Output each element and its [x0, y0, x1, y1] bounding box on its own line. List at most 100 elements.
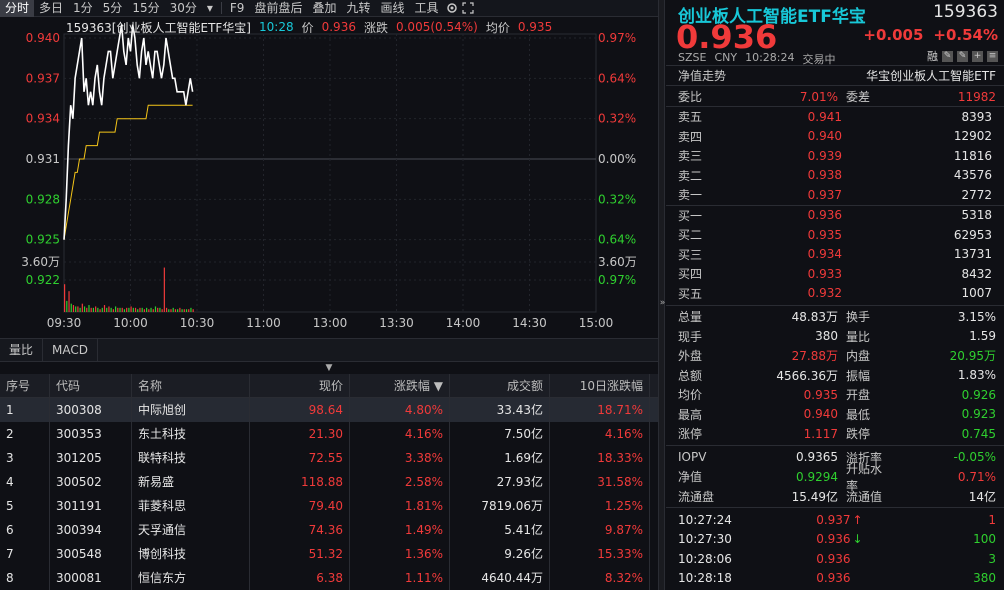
- bids-level-row[interactable]: 买五 0.932 1007: [666, 284, 1004, 304]
- stat-row: 最高 0.940 最低 0.923: [666, 405, 1004, 425]
- volume-bar: [132, 307, 134, 312]
- add-icon[interactable]: +: [972, 50, 983, 62]
- volume-bar: [88, 305, 90, 312]
- tab-5min[interactable]: 5分: [98, 0, 128, 17]
- tab-macd[interactable]: MACD: [43, 339, 98, 361]
- financing-icon[interactable]: 融: [927, 48, 938, 64]
- table-row[interactable]: 4 300502 新易盛 118.88 2.58% 27.93亿 31.58%: [0, 470, 658, 494]
- tab-fund-name[interactable]: 华宝创业板人工智能ETF: [866, 67, 996, 85]
- nine-turn-button[interactable]: 九转: [341, 0, 375, 17]
- table-row[interactable]: 6 300394 天孚通信 74.36 1.49% 5.41亿 9.87%: [0, 518, 658, 542]
- expand-icon[interactable]: [460, 0, 476, 17]
- cell-change-pct: 1.81%: [350, 494, 450, 518]
- table-row[interactable]: 1 300308 中际旭创 98.64 4.80% 33.43亿 18.71%: [0, 398, 658, 422]
- volume-bar: [172, 307, 174, 312]
- asks-level-row[interactable]: 卖三 0.939 11816: [666, 146, 1004, 166]
- asks-level-row[interactable]: 卖一 0.937 2772: [666, 185, 1004, 205]
- tab-volume-ratio[interactable]: 量比: [0, 339, 44, 361]
- period-dropdown-button[interactable]: ▾: [202, 0, 218, 17]
- pre-post-market-button[interactable]: 盘前盘后: [249, 0, 307, 17]
- cell-turnover: 4640.44万: [450, 566, 550, 590]
- cell-10d-change: 8.32%: [550, 566, 650, 590]
- expand-arrow-icon[interactable]: »: [659, 298, 666, 308]
- col-header-code[interactable]: 代码: [50, 374, 132, 397]
- intraday-chart[interactable]: 0.940 0.97% 0.937 0.64% 0.934 0.32% 0.931 0.00%…: [0, 18, 658, 338]
- asks-level-row[interactable]: 卖四 0.940 12902: [666, 127, 1004, 147]
- volume-bar: [159, 307, 161, 312]
- cell-code: 301191: [50, 494, 132, 518]
- table-row[interactable]: 2 300353 东土科技 21.30 4.16% 7.50亿 4.16%: [0, 422, 658, 446]
- price-line: [63, 24, 194, 240]
- table-row[interactable]: 5 301191 菲菱科思 79.40 1.81% 7819.06万 1.25%: [0, 494, 658, 518]
- asks-level-row[interactable]: 卖五 0.941 8393: [666, 107, 1004, 127]
- avg-price-line: [63, 104, 193, 240]
- y-pct-tick-label: 0.64%: [598, 71, 636, 85]
- cell-price: 51.32: [250, 542, 350, 566]
- bids-level-row[interactable]: 买一 0.936 5318: [666, 206, 1004, 226]
- tab-intraday[interactable]: 分时: [0, 0, 35, 17]
- stat-label: 换手: [846, 310, 871, 325]
- quote-header: 创业板人工智能ETF华宝 159363 0.936 +0.005 +0.54% …: [666, 0, 1004, 66]
- order-ratio-row: 委比 7.01% 委差 11982: [666, 87, 1004, 107]
- volume-bar: [83, 306, 86, 312]
- menu-icon[interactable]: ≡: [987, 50, 998, 62]
- bids-level-volume: 8432: [961, 266, 992, 281]
- x-tick-label: 14:30: [512, 316, 547, 330]
- tick-price: 0.936: [816, 532, 851, 547]
- panel-splitter[interactable]: »: [658, 0, 665, 590]
- edit-icon[interactable]: ✎: [942, 50, 953, 62]
- volume-bar: [106, 307, 108, 312]
- col-header-name[interactable]: 名称: [132, 374, 250, 397]
- stat-label: 流通盘: [678, 489, 715, 504]
- stat-label: 均价: [678, 388, 703, 403]
- weicha-label: 委差: [846, 90, 871, 105]
- edit-note-icon[interactable]: ✎: [957, 50, 968, 62]
- collapse-chevron-icon[interactable]: ▼: [0, 362, 658, 374]
- asks-level-volume: 8393: [961, 109, 992, 124]
- settings-gear-icon[interactable]: [444, 0, 460, 17]
- table-row[interactable]: 8 300081 恒信东方 6.38 1.11% 4640.44万 8.32%: [0, 566, 658, 590]
- tab-nav-trend[interactable]: 净值走势: [678, 67, 726, 85]
- cell-price: 21.30: [250, 422, 350, 446]
- tab-multi-day[interactable]: 多日: [34, 0, 68, 17]
- asks-level-label: 卖五: [678, 110, 703, 125]
- asks-level-volume: 43576: [953, 168, 992, 183]
- col-header-10d-change[interactable]: 10日涨跌幅: [550, 374, 650, 397]
- tab-1min[interactable]: 1分: [68, 0, 98, 17]
- volume-bar: [97, 307, 99, 312]
- volume-bar: [108, 306, 110, 312]
- asks-level-row[interactable]: 卖二 0.938 43576: [666, 166, 1004, 186]
- cell-index: 5: [0, 494, 50, 518]
- col-header-turnover[interactable]: 成交额: [450, 374, 550, 397]
- cell-index: 1: [0, 398, 50, 422]
- y-tick-label: 0.931: [26, 152, 60, 166]
- stat-value: 1.117: [803, 426, 838, 441]
- table-row[interactable]: 3 301205 联特科技 72.55 3.38% 1.69亿 18.33%: [0, 446, 658, 470]
- y-pct-tick-label: 0.97%: [598, 273, 636, 287]
- bids-level-row[interactable]: 买二 0.935 62953: [666, 225, 1004, 245]
- tab-15min[interactable]: 15分: [127, 0, 164, 17]
- asks-level-price: 0.940: [807, 129, 842, 144]
- x-tick-label: 14:00: [446, 316, 481, 330]
- col-header-change-pct[interactable]: 涨跌幅 ▼: [350, 374, 450, 397]
- cell-code: 300081: [50, 566, 132, 590]
- overlay-button[interactable]: 叠加: [307, 0, 341, 17]
- draw-line-button[interactable]: 画线: [376, 0, 410, 17]
- x-tick-label: 15:00: [579, 316, 614, 330]
- volume-bar: [99, 309, 101, 312]
- bids-level-row[interactable]: 买三 0.934 13731: [666, 245, 1004, 265]
- tab-30min[interactable]: 30分: [165, 0, 202, 17]
- col-header-price[interactable]: 现价: [250, 374, 350, 397]
- cell-code: 300548: [50, 542, 132, 566]
- tools-button[interactable]: 工具: [410, 0, 444, 17]
- bids-level-row[interactable]: 买四 0.933 8432: [666, 264, 1004, 284]
- table-row[interactable]: 7 300548 博创科技 51.32 1.36% 9.26亿 15.33%: [0, 542, 658, 566]
- asks-level-volume: 12902: [953, 129, 992, 144]
- volume-bar: [86, 307, 88, 312]
- cell-index: 6: [0, 518, 50, 542]
- stat-label: 跌停: [846, 427, 871, 442]
- f9-button[interactable]: F9: [225, 0, 250, 17]
- col-header-index[interactable]: 序号: [0, 374, 50, 397]
- price-change: +0.005 +0.54%: [863, 26, 998, 44]
- chart-change-label: 涨跌: [363, 20, 388, 35]
